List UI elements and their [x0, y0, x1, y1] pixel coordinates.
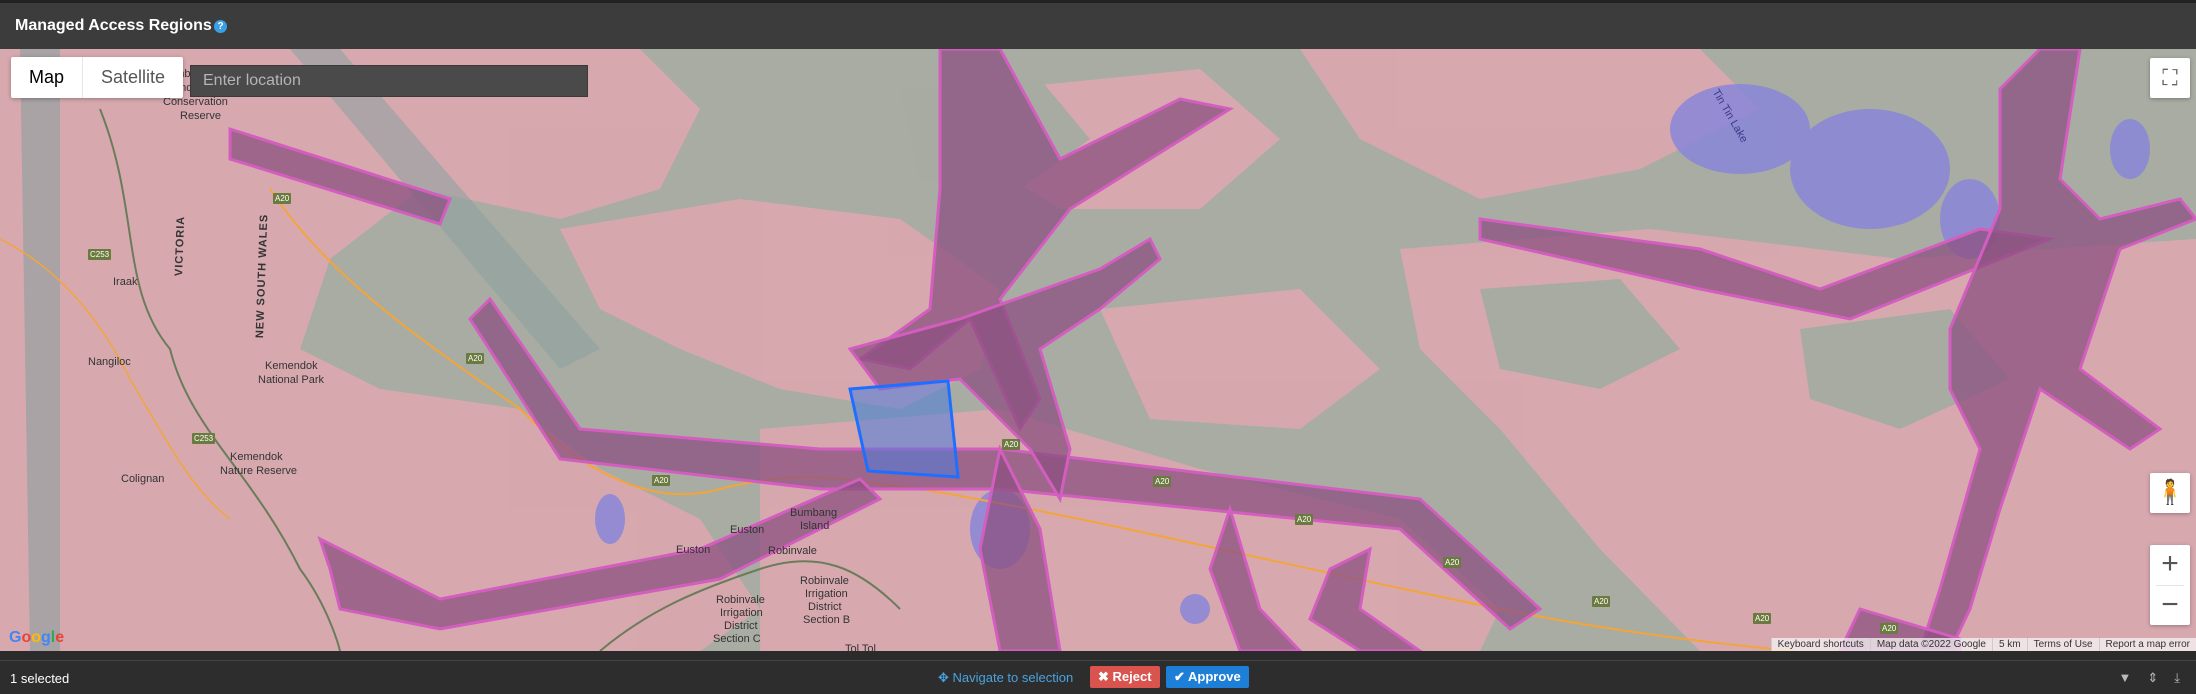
map-attribution: Keyboard shortcuts Map data ©2022 Google…: [1770, 638, 2196, 651]
map-place-label: Island: [800, 520, 830, 532]
zoom-control[interactable]: + −: [2150, 545, 2190, 625]
map-place-label: Iraak: [113, 276, 138, 288]
street-view-pegman-icon[interactable]: 🧍: [2150, 473, 2190, 513]
road-shield: C253: [88, 249, 112, 260]
keyboard-shortcuts-link[interactable]: Keyboard shortcuts: [1770, 638, 1870, 651]
map-place-label: Robinvale: [716, 594, 765, 606]
map-place-label: Nature Reserve: [220, 465, 298, 477]
download-icon[interactable]: ⤓: [2174, 670, 2180, 686]
map-place-label: Kemendok: [230, 451, 283, 463]
navigate-label: Navigate to selection: [952, 670, 1074, 685]
selected-count: 1 selected: [10, 671, 70, 686]
reject-label: Reject: [1112, 669, 1152, 684]
map-type-map-button[interactable]: Map: [11, 57, 84, 98]
map-place-label: Robinvale: [800, 575, 849, 587]
road-shield: A20: [1295, 514, 1314, 525]
map-canvas[interactable]: LambertIsland NatureConservationReserveI…: [0, 49, 2196, 651]
fullscreen-icon[interactable]: ⛶: [2150, 58, 2190, 98]
header: Managed Access Regions ?: [0, 0, 2196, 49]
map-place-label: Bumbang: [790, 507, 838, 519]
map-type-control[interactable]: Map Satellite: [11, 57, 184, 98]
road-shield: A20: [1002, 439, 1021, 450]
map-place-label: Euston: [676, 544, 711, 556]
map-place-label: Tol Tol: [845, 643, 876, 651]
report-error-link[interactable]: Report a map error: [2098, 638, 2196, 651]
approve-label: Approve: [1188, 669, 1241, 684]
map-place-label: VICTORIA: [173, 215, 188, 277]
map-place-label: Euston: [730, 524, 765, 536]
map-place-label: Colignan: [121, 473, 165, 485]
map-place-label: Robinvale: [768, 545, 817, 557]
map-place-label: District: [808, 601, 842, 613]
map-type-satellite-button[interactable]: Satellite: [83, 57, 183, 98]
map-place-label: National Park: [258, 374, 325, 386]
selected-region[interactable]: [848, 379, 960, 479]
google-logo[interactable]: Google: [9, 629, 64, 647]
sort-icon[interactable]: ⇕: [2147, 670, 2158, 686]
footer-toolbar: 1 selected ✥ Navigate to selection ✖ Rej…: [0, 660, 2196, 694]
road-shield: A20: [652, 475, 671, 486]
navigate-to-selection-link[interactable]: ✥ Navigate to selection: [938, 670, 1073, 686]
zoom-in-button[interactable]: +: [2150, 545, 2190, 585]
scale-bar[interactable]: 5 km: [1991, 638, 2027, 651]
map-place-label: Section C: [713, 633, 761, 645]
filter-icon[interactable]: ▼: [2118, 670, 2131, 686]
zoom-out-button[interactable]: −: [2150, 586, 2190, 626]
map-place-label: Reserve: [180, 110, 221, 122]
road-shield: A20: [1880, 623, 1899, 634]
map-place-label: Kemendok: [265, 360, 318, 372]
road-shield: A20: [1592, 596, 1611, 607]
map-data-text: Map data ©2022 Google: [1869, 638, 1992, 651]
map-place-label: Irrigation: [805, 588, 848, 600]
footer-icons: ▼ ⇕ ⤓: [2118, 670, 2180, 686]
page-title: Managed Access Regions: [15, 17, 212, 34]
road-shield: A20: [273, 193, 292, 204]
road-shield: A20: [1443, 557, 1462, 568]
road-shield: A20: [1753, 613, 1772, 624]
location-search-input[interactable]: [190, 65, 588, 97]
map-place-label: Irrigation: [720, 607, 763, 619]
map-place-label: District: [724, 620, 758, 632]
map-place-label: Section B: [803, 614, 851, 626]
reject-button[interactable]: ✖ Reject: [1090, 666, 1160, 688]
road-shield: A20: [1153, 476, 1172, 487]
help-icon[interactable]: ?: [214, 20, 227, 33]
road-shield: A20: [466, 353, 485, 364]
approve-button[interactable]: ✔ Approve: [1166, 666, 1249, 688]
terms-link[interactable]: Terms of Use: [2026, 638, 2099, 651]
road-shield: C253: [192, 433, 216, 444]
map-place-label: Nangiloc: [88, 356, 131, 368]
map-overlay[interactable]: [0, 49, 2196, 651]
